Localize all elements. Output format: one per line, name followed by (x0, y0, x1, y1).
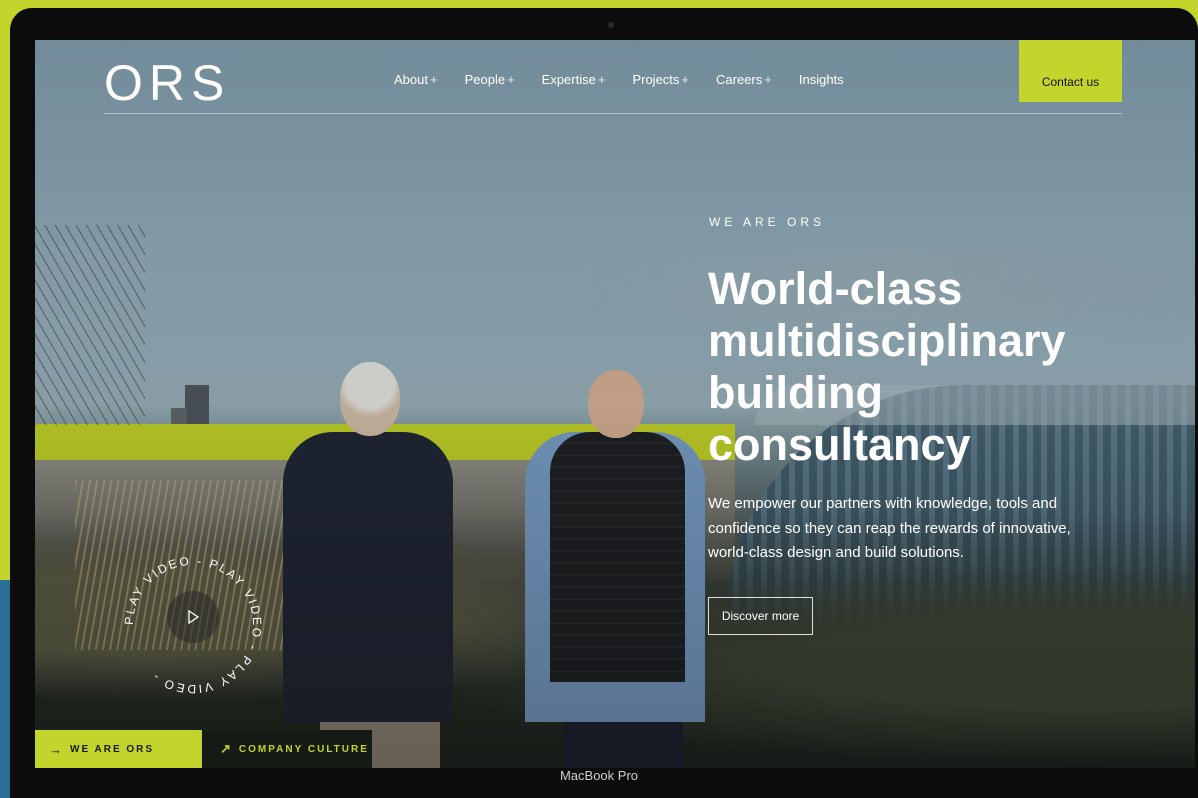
main-nav: About + People + Expertise + Projects + Care… (394, 72, 846, 87)
plus-icon: + (429, 72, 438, 87)
nav-item-projects[interactable]: Projects + (632, 72, 689, 87)
background-edge (0, 580, 10, 798)
tab-company-culture[interactable]: ↗ COMPANY CULTURE (202, 730, 372, 768)
plus-icon: + (681, 72, 690, 87)
plus-icon: + (764, 72, 772, 87)
nav-item-people[interactable]: People + (465, 72, 515, 87)
discover-more-button[interactable]: Discover more (708, 597, 813, 635)
nav-item-insights[interactable]: Insights (799, 72, 846, 87)
arrow-right-icon: → (49, 741, 62, 757)
tab-label: WE ARE ORS (70, 743, 155, 755)
header-divider (104, 113, 1122, 114)
nav-item-expertise[interactable]: Expertise + (542, 72, 606, 87)
nav-label: People (464, 72, 506, 87)
tab-label: COMPANY CULTURE (238, 743, 369, 755)
arrow-up-right-icon: ↗ (220, 741, 231, 756)
plus-icon: + (597, 72, 606, 87)
nav-item-careers[interactable]: Careers + (716, 72, 772, 87)
hero-headline: World-class multidisciplinary building c… (708, 263, 1066, 470)
nav-label: Careers (716, 72, 763, 87)
nav-label: Projects (632, 72, 680, 87)
tab-we-are-ors[interactable]: → WE ARE ORS (35, 730, 202, 768)
device-label: MacBook Pro (559, 768, 639, 783)
nav-label: About (394, 72, 428, 87)
contact-button[interactable]: Contact us (1019, 40, 1122, 102)
hero-description: We empower our partners with knowledge, … (708, 495, 1071, 561)
plus-icon: + (507, 72, 515, 87)
camera-icon (608, 22, 614, 28)
website-screen: ORS About + People + Expertise + Projects + … (35, 40, 1195, 768)
play-icon (188, 609, 200, 625)
laptop-frame: ORS About + People + Expertise + Projects + … (10, 8, 1198, 798)
nav-label: Expertise (541, 72, 596, 87)
play-video-button[interactable] (167, 591, 219, 643)
site-logo[interactable]: ORS (104, 54, 230, 112)
nav-item-about[interactable]: About + (394, 72, 438, 87)
nav-label: Insights (798, 72, 844, 87)
hero-eyebrow: WE ARE ORS (709, 215, 826, 229)
